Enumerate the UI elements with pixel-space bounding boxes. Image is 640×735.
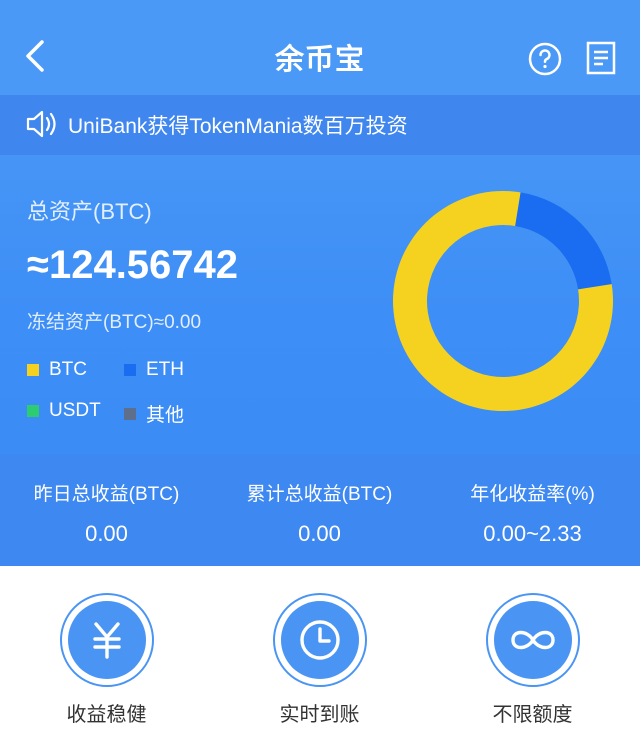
legend-item-usdt: USDT — [27, 400, 101, 422]
infinity-icon — [510, 630, 555, 650]
feature-label: 实时到账 — [279, 704, 360, 726]
notice-text: UniBank获得TokenMania数百万投资 — [68, 115, 408, 138]
stat-value: 0.00 — [298, 521, 341, 546]
legend-swatch — [124, 364, 136, 376]
asset-donut-chart — [393, 191, 613, 411]
earnings-stats: 昨日总收益(BTC) 0.00 累计总收益(BTC) 0.00 年化收益率(%)… — [0, 454, 640, 566]
legend-swatch — [124, 407, 136, 420]
legend-item-other: 其他 — [124, 400, 184, 427]
question-circle-icon[interactable] — [528, 42, 562, 76]
frozen-assets: 冻结资产(BTC)≈0.00 — [27, 312, 202, 333]
legend-label: 其他 — [146, 405, 185, 426]
feature-instant-arrival: 实时到账 — [213, 566, 426, 735]
feature-badge — [485, 593, 580, 687]
feature-stable-returns: 收益稳健 — [0, 566, 213, 735]
top-bar: 余币宝 — [0, 0, 640, 95]
notice-bar[interactable]: UniBank获得TokenMania数百万投资 — [0, 95, 640, 155]
stat-label: 年化收益率(%) — [470, 484, 595, 505]
features-section: 收益稳健 实时到账 不限额度 — [0, 566, 640, 735]
clock-icon — [299, 620, 340, 660]
legend-label: USDT — [49, 400, 101, 421]
total-assets-label: 总资产(BTC) — [27, 199, 152, 224]
speaker-icon — [26, 110, 56, 138]
feature-badge — [272, 593, 367, 687]
legend-item-eth: ETH — [124, 359, 184, 381]
legend-swatch — [27, 405, 39, 417]
stat-value: 0.00 — [85, 521, 128, 546]
feature-label: 不限额度 — [492, 704, 573, 726]
yuan-icon — [92, 622, 121, 659]
legend-swatch — [27, 364, 39, 376]
legend-item-btc: BTC — [27, 359, 87, 381]
stat-label: 昨日总收益(BTC) — [33, 484, 180, 505]
feature-label: 收益稳健 — [66, 704, 147, 726]
document-list-icon[interactable] — [585, 40, 617, 76]
total-assets-value: ≈124.56742 — [27, 243, 239, 287]
feature-badge — [59, 593, 154, 687]
legend-label: BTC — [49, 359, 87, 380]
feature-unlimited-quota: 不限额度 — [426, 566, 639, 735]
stat-label: 累计总收益(BTC) — [246, 484, 393, 505]
stat-value: 0.00~2.33 — [483, 521, 582, 546]
donut-slice-eth — [515, 192, 612, 290]
legend-label: ETH — [146, 359, 184, 380]
